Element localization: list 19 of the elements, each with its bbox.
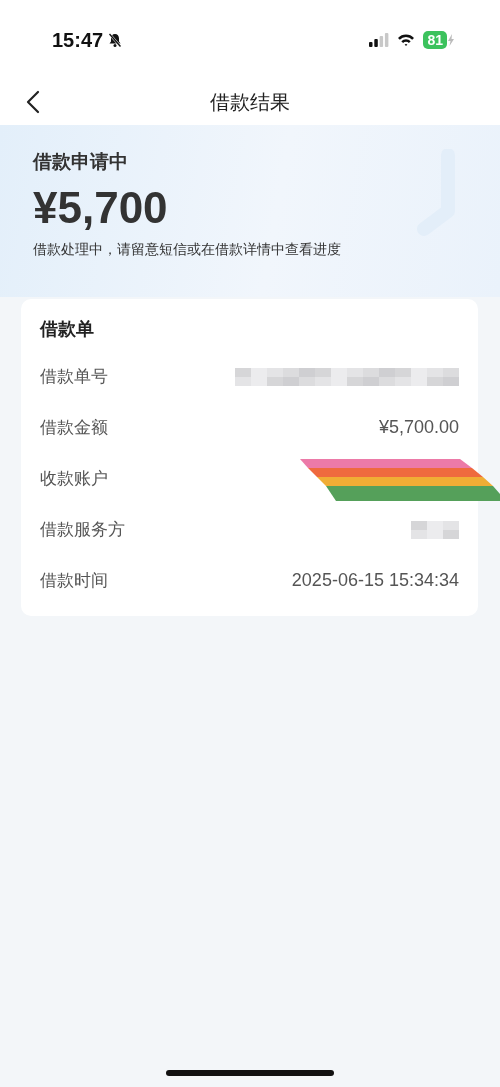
wifi-icon: [397, 33, 416, 47]
field-label: 借款服务方: [40, 518, 125, 541]
loan-amount: ¥5,700: [33, 183, 168, 233]
card-title: 借款单: [40, 317, 95, 341]
field-label: 借款时间: [40, 569, 108, 592]
field-label: 收款账户: [40, 467, 108, 490]
signal-icon: [369, 33, 390, 47]
field-value: 2025-06-15 15:34:34: [291, 570, 459, 591]
loan-status: 借款申请中: [33, 149, 128, 174]
status-time: 15:47: [52, 28, 104, 52]
page-title: 借款结果: [210, 89, 290, 116]
field-value: ¥5,700.00: [378, 417, 459, 438]
field-label: 借款单号: [40, 365, 108, 388]
status-note: 借款处理中，请留意短信或在借款详情中查看进度: [33, 241, 341, 259]
pixelated-redaction: [411, 520, 459, 539]
back-icon: [26, 90, 40, 114]
muted-bell-icon: [107, 32, 124, 48]
field-label: 借款金额: [40, 416, 108, 439]
battery-indicator: 81: [423, 31, 447, 49]
